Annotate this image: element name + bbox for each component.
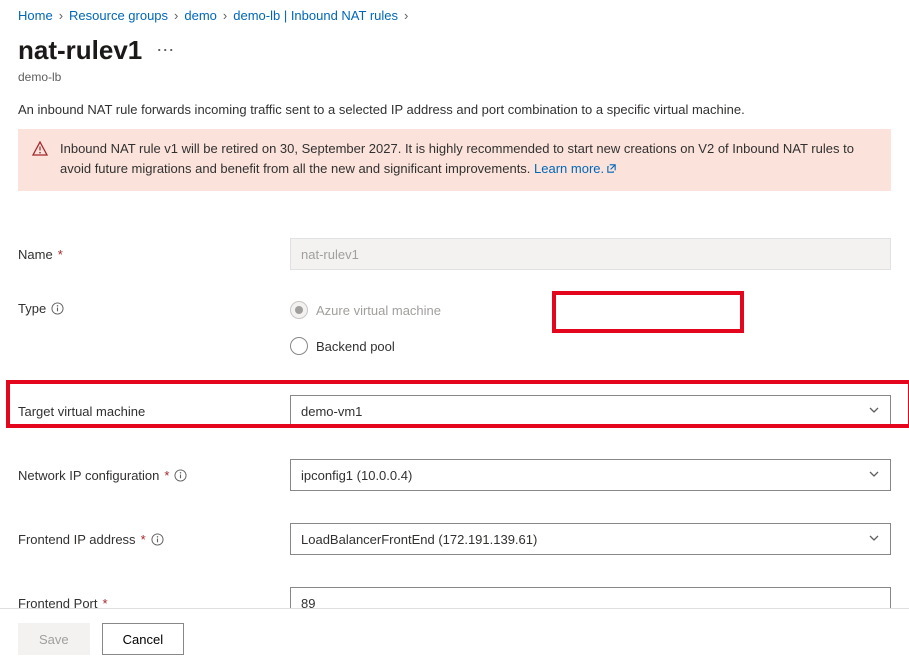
page-title: nat-rulev1: [18, 35, 142, 66]
chevron-right-icon: ›: [404, 8, 408, 23]
info-icon[interactable]: [174, 469, 187, 482]
target-vm-select[interactable]: demo-vm1: [290, 395, 891, 427]
external-link-icon: [606, 160, 617, 180]
chevron-right-icon: ›: [223, 8, 227, 23]
chevron-down-icon: [868, 468, 880, 483]
info-icon[interactable]: [151, 533, 164, 546]
warning-icon: [32, 139, 48, 179]
breadcrumb-home[interactable]: Home: [18, 8, 53, 23]
footer-actions: Save Cancel: [0, 608, 909, 669]
chevron-down-icon: [868, 404, 880, 419]
cancel-button[interactable]: Cancel: [102, 623, 184, 655]
breadcrumb-resource-groups[interactable]: Resource groups: [69, 8, 168, 23]
network-ip-select[interactable]: ipconfig1 (10.0.0.4): [290, 459, 891, 491]
warning-banner: Inbound NAT rule v1 will be retired on 3…: [18, 129, 891, 191]
breadcrumb-demo[interactable]: demo: [184, 8, 217, 23]
name-label: Name*: [18, 247, 290, 262]
chevron-right-icon: ›: [174, 8, 178, 23]
info-icon[interactable]: [51, 302, 64, 315]
type-radio-azure-vm: Azure virtual machine: [290, 297, 891, 323]
type-label: Type: [18, 297, 290, 316]
breadcrumb: Home › Resource groups › demo › demo-lb …: [18, 0, 891, 29]
warning-text: Inbound NAT rule v1 will be retired on 3…: [60, 139, 877, 179]
page-subtitle: demo-lb: [18, 66, 891, 102]
save-button: Save: [18, 623, 90, 655]
chevron-right-icon: ›: [59, 8, 63, 23]
frontend-ip-label: Frontend IP address*: [18, 532, 290, 547]
network-ip-label: Network IP configuration*: [18, 468, 290, 483]
chevron-down-icon: [868, 532, 880, 547]
type-radio-backend-pool[interactable]: Backend pool: [290, 333, 891, 359]
target-vm-label: Target virtual machine: [18, 404, 290, 419]
frontend-ip-select[interactable]: LoadBalancerFrontEnd (172.191.139.61): [290, 523, 891, 555]
name-input: [290, 238, 891, 270]
breadcrumb-lb-nat-rules[interactable]: demo-lb | Inbound NAT rules: [233, 8, 398, 23]
learn-more-link[interactable]: Learn more.: [534, 161, 617, 176]
more-actions-button[interactable]: ⋯: [156, 40, 175, 61]
page-description: An inbound NAT rule forwards incoming tr…: [18, 102, 891, 129]
